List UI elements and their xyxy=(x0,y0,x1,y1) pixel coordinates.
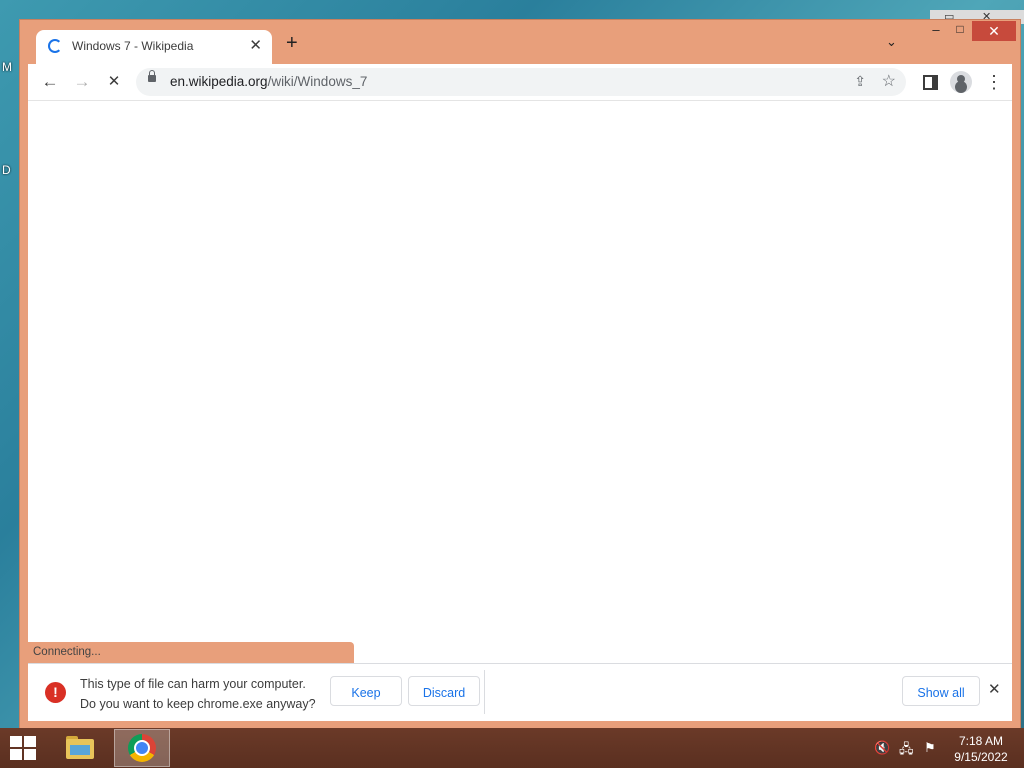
warning-line-1: This type of file can harm your computer… xyxy=(80,677,306,691)
taskbar: 🔇 🖧 ⚑ 7:18 AM 9/15/2022 xyxy=(0,728,1024,768)
chrome-taskbar-button[interactable] xyxy=(114,729,170,767)
browser-window: Windows 7 - Wikipedia ✕ + ⌄ – □ ✕ ← → ✕ … xyxy=(20,20,1020,728)
maximize-button[interactable]: □ xyxy=(948,22,972,40)
close-window-button[interactable]: ✕ xyxy=(972,21,1016,41)
shelf-divider xyxy=(484,670,485,714)
download-warning-text: This type of file can harm your computer… xyxy=(80,674,316,714)
share-icon[interactable]: ⇪ xyxy=(854,73,866,90)
clock-time: 7:18 AM xyxy=(958,734,1004,748)
warning-icon: ! xyxy=(45,682,66,703)
url-text[interactable]: en.wikipedia.org/wiki/Windows_7 xyxy=(170,74,367,89)
discard-button[interactable]: Discard xyxy=(408,676,480,706)
network-icon[interactable]: 🖧 xyxy=(899,740,914,762)
side-panel-icon[interactable] xyxy=(923,75,938,90)
url-path: /wiki/Windows_7 xyxy=(267,74,368,89)
new-tab-button[interactable]: + xyxy=(286,33,298,53)
file-explorer-taskbar-icon[interactable] xyxy=(62,733,98,763)
desktop-icon-label: M xyxy=(2,60,12,74)
tab-windows-7[interactable]: Windows 7 - Wikipedia ✕ xyxy=(36,30,272,64)
volume-muted-icon[interactable]: 🔇 xyxy=(874,740,890,756)
chrome-icon xyxy=(128,734,156,762)
tab-search-button[interactable]: ⌄ xyxy=(886,34,897,50)
browser-toolbar: ← → ✕ en.wikipedia.org/wiki/Windows_7 ⇪ … xyxy=(28,64,1012,100)
clock-date: 9/15/2022 xyxy=(954,750,1008,764)
menu-icon[interactable]: ⋮ xyxy=(982,70,1006,94)
forward-button[interactable]: → xyxy=(70,70,94,94)
tab-close-icon[interactable]: ✕ xyxy=(249,36,262,54)
tab-strip: Windows 7 - Wikipedia ✕ + ⌄ – □ ✕ xyxy=(20,20,1020,64)
page-content xyxy=(28,100,1012,664)
address-bar[interactable]: en.wikipedia.org/wiki/Windows_7 ⇪ ☆ xyxy=(136,68,906,96)
start-button[interactable] xyxy=(10,736,37,760)
loading-spinner-icon xyxy=(48,39,62,53)
lock-icon[interactable] xyxy=(148,70,156,82)
stop-loading-button[interactable]: ✕ xyxy=(102,70,126,94)
bookmark-star-icon[interactable]: ☆ xyxy=(882,71,896,91)
minimize-button[interactable]: – xyxy=(924,22,948,40)
tab-title: Windows 7 - Wikipedia xyxy=(72,39,194,53)
profile-avatar-icon[interactable] xyxy=(950,71,972,93)
desktop-icon-label: D xyxy=(2,163,11,177)
status-bubble: Connecting... xyxy=(28,642,354,663)
action-center-flag-icon[interactable]: ⚑ xyxy=(924,740,936,756)
url-domain: en.wikipedia.org xyxy=(170,74,268,89)
show-all-button[interactable]: Show all xyxy=(902,676,980,706)
close-shelf-icon[interactable]: ✕ xyxy=(988,680,1001,698)
download-shelf: ! This type of file can harm your comput… xyxy=(28,663,1012,721)
back-button[interactable]: ← xyxy=(38,70,62,94)
warning-line-2: Do you want to keep chrome.exe anyway? xyxy=(80,697,316,711)
keep-button[interactable]: Keep xyxy=(330,676,402,706)
taskbar-clock[interactable]: 7:18 AM 9/15/2022 xyxy=(948,733,1014,765)
